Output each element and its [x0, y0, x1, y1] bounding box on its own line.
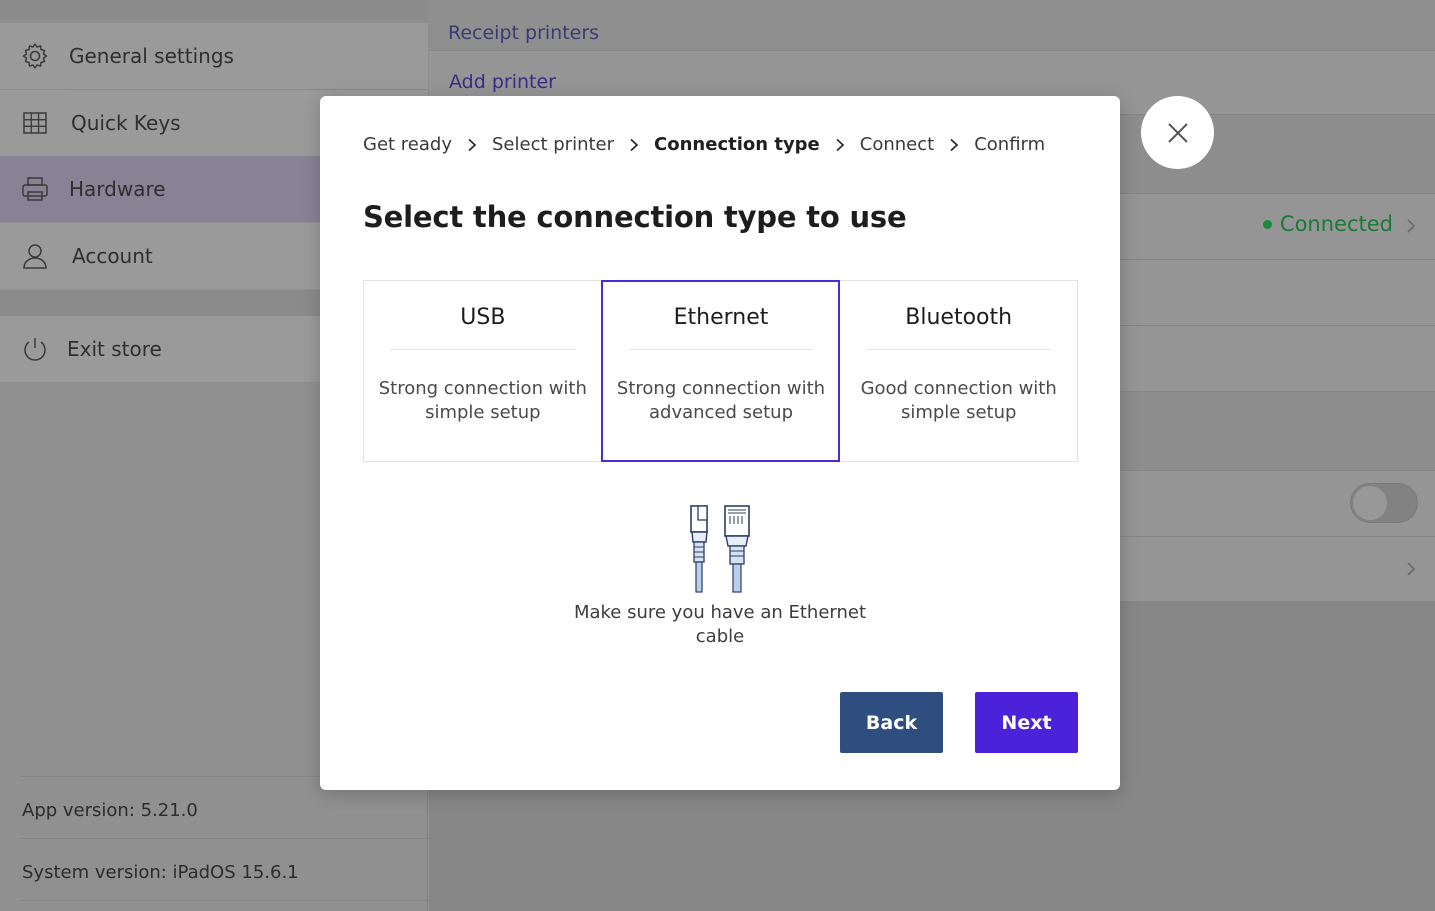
sidebar-divider	[20, 838, 428, 839]
section-header: Receipt printers	[429, 0, 1435, 50]
connection-options: USB Strong connection with simple setup …	[363, 280, 1078, 462]
option-description: Strong connection with simple setup	[378, 378, 587, 423]
sidebar-item-label: Hardware	[69, 177, 166, 201]
option-title: Bluetooth	[905, 305, 1013, 330]
back-button[interactable]: Back	[840, 692, 943, 753]
grid-icon	[23, 112, 47, 134]
option-divider	[866, 349, 1052, 350]
option-description: Strong connection with advanced setup	[616, 378, 826, 423]
option-divider	[628, 349, 814, 350]
breadcrumb-get-ready: Get ready	[363, 134, 452, 155]
gear-icon	[22, 43, 48, 69]
breadcrumb-connect: Connect	[859, 134, 935, 155]
status-label: Connected	[1279, 212, 1393, 236]
chevron-right-icon	[836, 138, 845, 151]
cable-hint: Make sure you have an Ethernet cable	[573, 602, 867, 647]
sidebar-item-label: Quick Keys	[71, 111, 181, 135]
close-dialog-button[interactable]	[1141, 96, 1214, 169]
printer-icon	[22, 177, 48, 201]
breadcrumb-connection-type: Connection type	[654, 134, 820, 155]
chevron-right-icon	[468, 138, 477, 151]
add-printer-link[interactable]: Add printer	[449, 71, 556, 93]
chevron-right-icon	[1407, 219, 1416, 233]
sidebar-item-label: General settings	[69, 44, 234, 68]
breadcrumb-select-printer: Select printer	[492, 134, 615, 155]
chevron-right-icon	[1407, 562, 1416, 576]
option-bluetooth[interactable]: Bluetooth Good connection with simple se…	[839, 281, 1078, 461]
option-title: USB	[460, 305, 506, 330]
breadcrumb-confirm: Confirm	[974, 134, 1046, 155]
breadcrumb: Get ready Select printer Connection type…	[363, 134, 1045, 155]
power-icon	[24, 338, 46, 361]
system-version: System version: iPadOS 15.6.1	[22, 861, 299, 883]
sidebar-item-label: Account	[72, 244, 153, 268]
chevron-right-icon	[950, 138, 959, 151]
sidebar-divider	[20, 900, 428, 901]
settings-toggle[interactable]	[1350, 483, 1418, 523]
user-icon	[23, 244, 47, 269]
connection-status: Connected	[1262, 212, 1393, 236]
sidebar-top-strip	[0, 0, 428, 22]
connection-type-dialog: Get ready Select printer Connection type…	[320, 96, 1120, 790]
status-dot	[1262, 219, 1272, 229]
dialog-title: Select the connection type to use	[363, 200, 907, 234]
option-usb[interactable]: USB Strong connection with simple setup	[364, 281, 602, 461]
next-button[interactable]: Next	[975, 692, 1078, 753]
toggle-knob	[1353, 486, 1387, 520]
option-title: Ethernet	[673, 305, 769, 330]
chevron-right-icon	[630, 138, 639, 151]
section-title: Receipt printers	[448, 22, 600, 44]
sidebar-item-label: Exit store	[67, 337, 162, 361]
option-ethernet[interactable]: Ethernet Strong connection with advanced…	[600, 280, 841, 462]
sidebar-item-general-settings[interactable]: General settings	[0, 23, 428, 89]
app-root: General settings Quick Keys Hardware Acc…	[0, 0, 1435, 911]
option-description: Good connection with simple setup	[860, 378, 1057, 423]
ethernet-cable-icon	[690, 505, 750, 593]
close-icon	[1167, 122, 1188, 143]
option-divider	[390, 349, 576, 350]
